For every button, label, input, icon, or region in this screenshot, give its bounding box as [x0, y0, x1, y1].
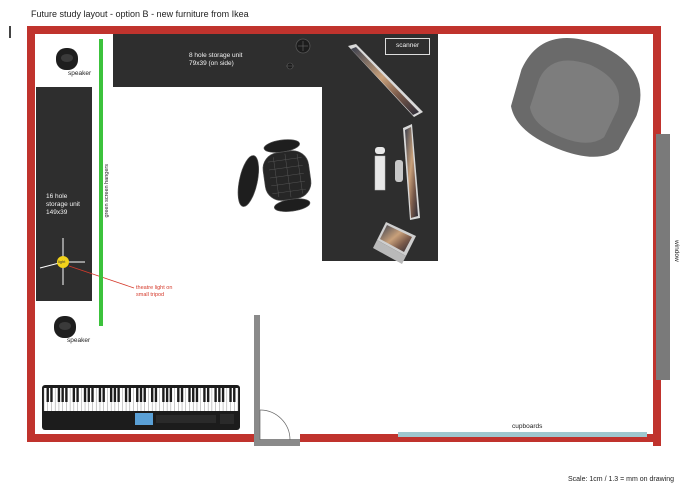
speaker-top-icon: [56, 48, 78, 70]
storage-unit-8-label: 8 hole storage unit 79x39 (on side): [189, 52, 242, 68]
theatre-line-2: small tripod: [136, 292, 165, 298]
wall-bottom-left: [27, 434, 254, 442]
theatre-light-label: theatre light on small tripod: [136, 285, 172, 299]
speaker-bottom-icon: [54, 316, 76, 338]
scale-label: Scale: 1cm / 1.3 = mm on drawing: [568, 476, 675, 483]
green-screen-hangers: [99, 39, 103, 326]
storage-16-line-3: 149x39: [46, 209, 68, 216]
partition-wall-base: [254, 439, 300, 446]
speaker-top-label: speaker: [68, 70, 92, 77]
partition-wall: [254, 315, 260, 446]
cupboards-label: cupboards: [512, 423, 543, 430]
storage-unit-16-label: 16 hole storage unit 149x39: [46, 193, 80, 217]
speaker-bottom-label: speaker: [67, 337, 91, 344]
green-screen-label: green screen hangers: [104, 164, 110, 218]
cupboards: [398, 432, 647, 437]
storage-8-line-2: 79x39 (on side): [189, 60, 234, 67]
scanner-label: scanner: [396, 42, 420, 49]
storage-16-line-2: storage unit: [46, 201, 80, 208]
window-label: window: [673, 240, 680, 262]
page-title: Future study layout - option B - new fur…: [31, 9, 249, 19]
desk: [322, 34, 438, 261]
storage-8-line-1: 8 hole storage unit: [189, 52, 243, 59]
storage-16-line-1: 16 hole: [46, 193, 68, 200]
light-label: light: [58, 259, 66, 264]
wall-left: [27, 26, 35, 442]
wall-top: [27, 26, 661, 34]
theatre-line-1: theatre light on: [136, 285, 173, 291]
window: [656, 134, 670, 380]
corner-mark: [9, 26, 11, 38]
